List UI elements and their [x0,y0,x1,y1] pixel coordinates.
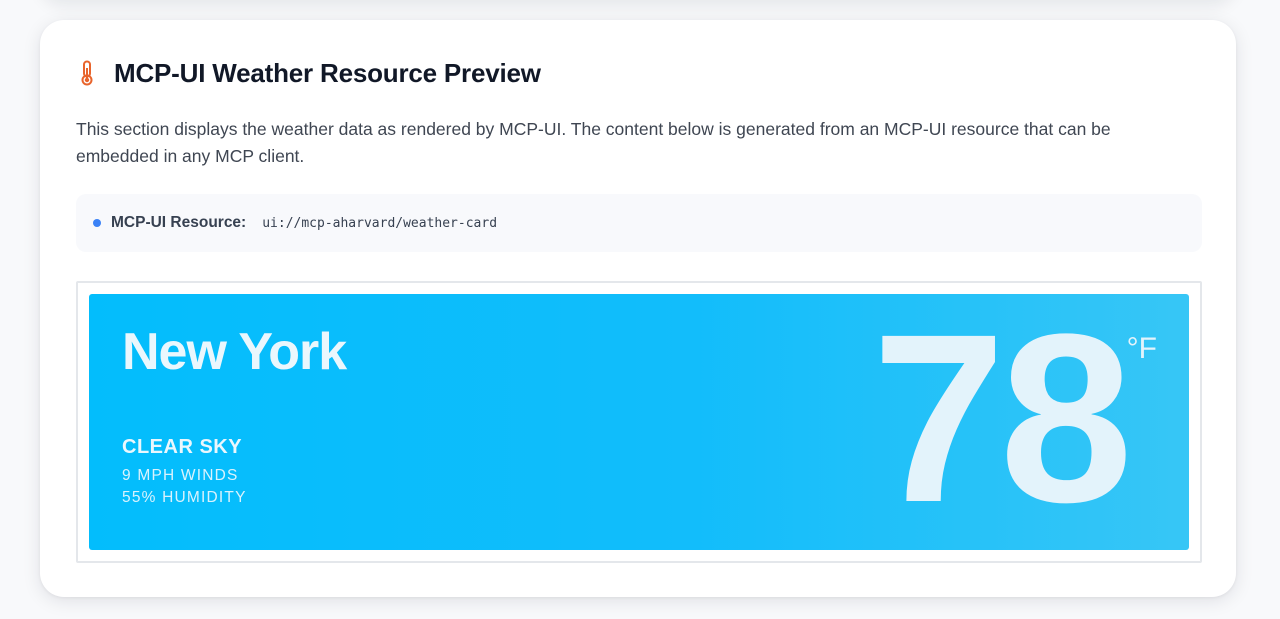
humidity: 55% HUMIDITY [122,489,247,506]
city-name: New York [122,323,347,381]
section-description: This section displays the weather data a… [76,119,1111,166]
weather-card: New York CLEAR SKY 9 MPH WINDS 55% HUMID… [89,294,1189,550]
wind-speed: 9 MPH WINDS [122,467,239,484]
resource-uri: ui://mcp-aharvard/weather-card [262,215,498,231]
weather-preview-card: MCP-UI Weather Resource Preview This sec… [40,20,1236,597]
temperature-value: 78 [872,294,1133,550]
resource-info: MCP-UI Resource: ui://mcp-aharvard/weath… [76,194,1202,252]
resource-frame: New York CLEAR SKY 9 MPH WINDS 55% HUMID… [76,281,1202,563]
section-title: MCP-UI Weather Resource Preview [114,57,541,88]
thermometer-icon [76,58,98,88]
temperature-unit: °F [1126,332,1157,365]
resource-label: MCP-UI Resource: [111,214,247,231]
weather-condition: CLEAR SKY [122,436,243,458]
section-header: MCP-UI Weather Resource Preview [76,56,541,90]
status-dot [93,219,101,227]
